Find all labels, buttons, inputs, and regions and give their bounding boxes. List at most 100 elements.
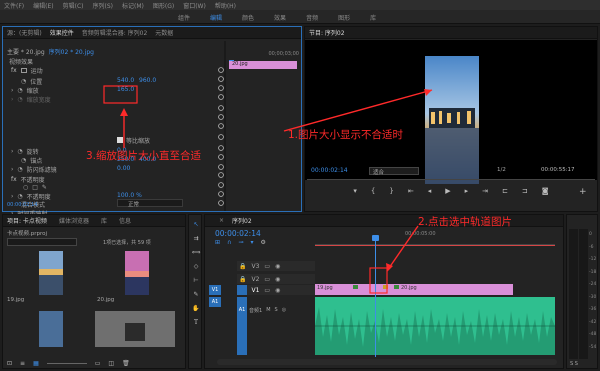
menu-sequence[interactable]: 序列(S): [93, 1, 114, 10]
linked-selection-icon[interactable]: ⊸: [238, 239, 243, 246]
timeline-zoom-scrollbar[interactable]: [217, 359, 557, 365]
menu-clip[interactable]: 剪辑(C): [63, 1, 84, 10]
type-tool-icon[interactable]: T: [191, 317, 201, 327]
thumbnail-22[interactable]: [95, 311, 175, 347]
new-bin-icon[interactable]: ▭: [95, 360, 101, 367]
workspace-editing[interactable]: 编辑: [210, 13, 222, 22]
video-clip-track[interactable]: 19.jpg 20.jpg: [315, 284, 513, 295]
workspace-assembly[interactable]: 组件: [178, 13, 190, 22]
extract-icon[interactable]: ⊐: [522, 187, 528, 199]
slip-tool-icon[interactable]: ⊢: [191, 275, 201, 285]
quality-select[interactable]: 1/2: [497, 167, 506, 173]
transition-marker[interactable]: [394, 285, 399, 289]
nest-icon[interactable]: ⊞: [215, 239, 220, 246]
meter-solo-buttons[interactable]: S S: [570, 361, 578, 367]
mic-icon[interactable]: ◎: [282, 307, 286, 314]
play-icon[interactable]: ▶: [445, 187, 450, 199]
menu-help[interactable]: 帮助(H): [215, 1, 236, 10]
timeline-playhead[interactable]: [375, 237, 376, 357]
button-editor-icon[interactable]: +: [579, 187, 587, 197]
audio-waveform[interactable]: [315, 297, 555, 355]
work-area-bar[interactable]: [315, 245, 555, 246]
go-to-out-icon[interactable]: ⇥: [482, 187, 488, 199]
thumbnail-20[interactable]: [125, 251, 149, 295]
eye-icon[interactable]: ◉: [275, 263, 280, 270]
track-select-tool-icon[interactable]: ⇉: [191, 233, 201, 243]
tab-info[interactable]: 信息: [119, 216, 131, 225]
sync-lock-icon[interactable]: ▭: [264, 263, 270, 270]
tab-libraries[interactable]: 库: [101, 216, 107, 225]
workspace-color[interactable]: 颜色: [242, 13, 254, 22]
zoom-slider[interactable]: [46, 362, 87, 364]
menu-window[interactable]: 窗口(W): [183, 1, 206, 10]
eye-icon[interactable]: ◉: [275, 276, 280, 283]
eye-icon[interactable]: ◉: [275, 287, 280, 294]
sync-lock-icon[interactable]: ▭: [264, 287, 270, 294]
menu-graphics[interactable]: 图形(G): [153, 1, 174, 10]
step-back-icon[interactable]: ◂: [428, 187, 432, 199]
snap-icon[interactable]: ∩: [227, 239, 231, 246]
icon-view-icon[interactable]: ▦: [33, 360, 39, 367]
razor-tool-icon[interactable]: ◇: [191, 261, 201, 271]
program-timecode[interactable]: 00:00:02:14: [311, 167, 348, 174]
fit-select[interactable]: 适合: [369, 167, 419, 176]
audio-track-label: 音频1: [249, 308, 263, 314]
lock-icon[interactable]: ⊡: [7, 360, 12, 367]
track-target-v1[interactable]: [237, 285, 247, 295]
timeline-timecode[interactable]: 00:00:02:14: [215, 229, 261, 238]
thumbnail-19[interactable]: [39, 251, 63, 295]
project-item-19[interactable]: 19.jpg: [7, 297, 24, 303]
mute-button[interactable]: M: [266, 307, 270, 314]
ec-clip-bar[interactable]: 20.jpg: [229, 61, 297, 69]
lift-icon[interactable]: ⊏: [502, 187, 508, 199]
mark-out-icon[interactable]: }: [389, 187, 393, 199]
project-panel: 项目: 卡点视频 媒体浏览器 库 信息 卡点视频.prproj 1项已选择，共 …: [2, 214, 186, 369]
playhead-handle[interactable]: [372, 235, 379, 241]
settings-wrench-icon[interactable]: ⚙: [260, 239, 265, 246]
menu-marker[interactable]: 标记(M): [122, 1, 144, 10]
source-patch-v1[interactable]: V1: [209, 285, 221, 295]
menu-file[interactable]: 文件(F): [4, 1, 24, 10]
selection-tool-icon[interactable]: ↖: [191, 219, 201, 229]
selected-clip-marker[interactable]: [383, 285, 388, 289]
tab-program[interactable]: 节目: 序列02: [309, 28, 345, 37]
workspace-graphics[interactable]: 图形: [338, 13, 350, 22]
timeline-toolbar: ⊞ ∩ ⊸ ▾ ⚙: [215, 239, 266, 246]
solo-button[interactable]: S: [275, 307, 278, 314]
mark-in-icon[interactable]: {: [371, 187, 375, 199]
meter-right: [579, 229, 588, 359]
trash-icon[interactable]: 🗑: [122, 360, 130, 367]
tab-media-browser[interactable]: 媒体浏览器: [59, 216, 89, 225]
close-icon[interactable]: ×: [219, 217, 224, 224]
export-frame-icon[interactable]: ◙: [542, 187, 549, 199]
program-scrubber[interactable]: [307, 179, 595, 180]
workspace-effects[interactable]: 效果: [274, 13, 286, 22]
project-search-input[interactable]: [7, 238, 77, 246]
lock-icon[interactable]: 🔒: [239, 263, 246, 270]
sync-lock-icon[interactable]: ▭: [264, 276, 270, 283]
track-target-a1[interactable]: A1: [237, 297, 247, 355]
go-to-in-icon[interactable]: ⇤: [408, 187, 414, 199]
hand-tool-icon[interactable]: ✋: [191, 303, 201, 313]
add-marker-icon[interactable]: ▾: [250, 239, 253, 246]
list-view-icon[interactable]: ≡: [20, 360, 25, 367]
workspace-audio[interactable]: 音频: [306, 13, 318, 22]
source-patch-a1[interactable]: A1: [209, 297, 221, 307]
workspace-libraries[interactable]: 库: [370, 13, 376, 22]
new-item-icon[interactable]: ◫: [108, 360, 114, 367]
program-monitor-panel: 节目: 序列02 00:00:02:14 适合 1/2 00:00:55:17 …: [304, 26, 598, 212]
track-name-v3: V3: [251, 262, 260, 270]
add-marker-icon[interactable]: ▾: [353, 187, 357, 199]
pen-tool-icon[interactable]: ✎: [191, 289, 201, 299]
timeline-panel: × 序列02 00:00:02:14 ⊞ ∩ ⊸ ▾ ⚙ 00:00:05:00…: [204, 214, 564, 369]
lock-icon[interactable]: 🔒: [239, 276, 246, 283]
ripple-edit-tool-icon[interactable]: ⟺: [191, 247, 201, 257]
thumbnail-21[interactable]: [39, 311, 63, 347]
transition-marker[interactable]: [353, 285, 358, 289]
timeline-ruler[interactable]: [315, 237, 555, 245]
tab-sequence[interactable]: 序列02: [232, 216, 252, 225]
menu-edit[interactable]: 编辑(E): [33, 1, 53, 10]
tab-project[interactable]: 项目: 卡点视频: [7, 216, 47, 225]
project-item-20[interactable]: 20.jpg: [97, 297, 114, 303]
step-forward-icon[interactable]: ▸: [465, 187, 469, 199]
